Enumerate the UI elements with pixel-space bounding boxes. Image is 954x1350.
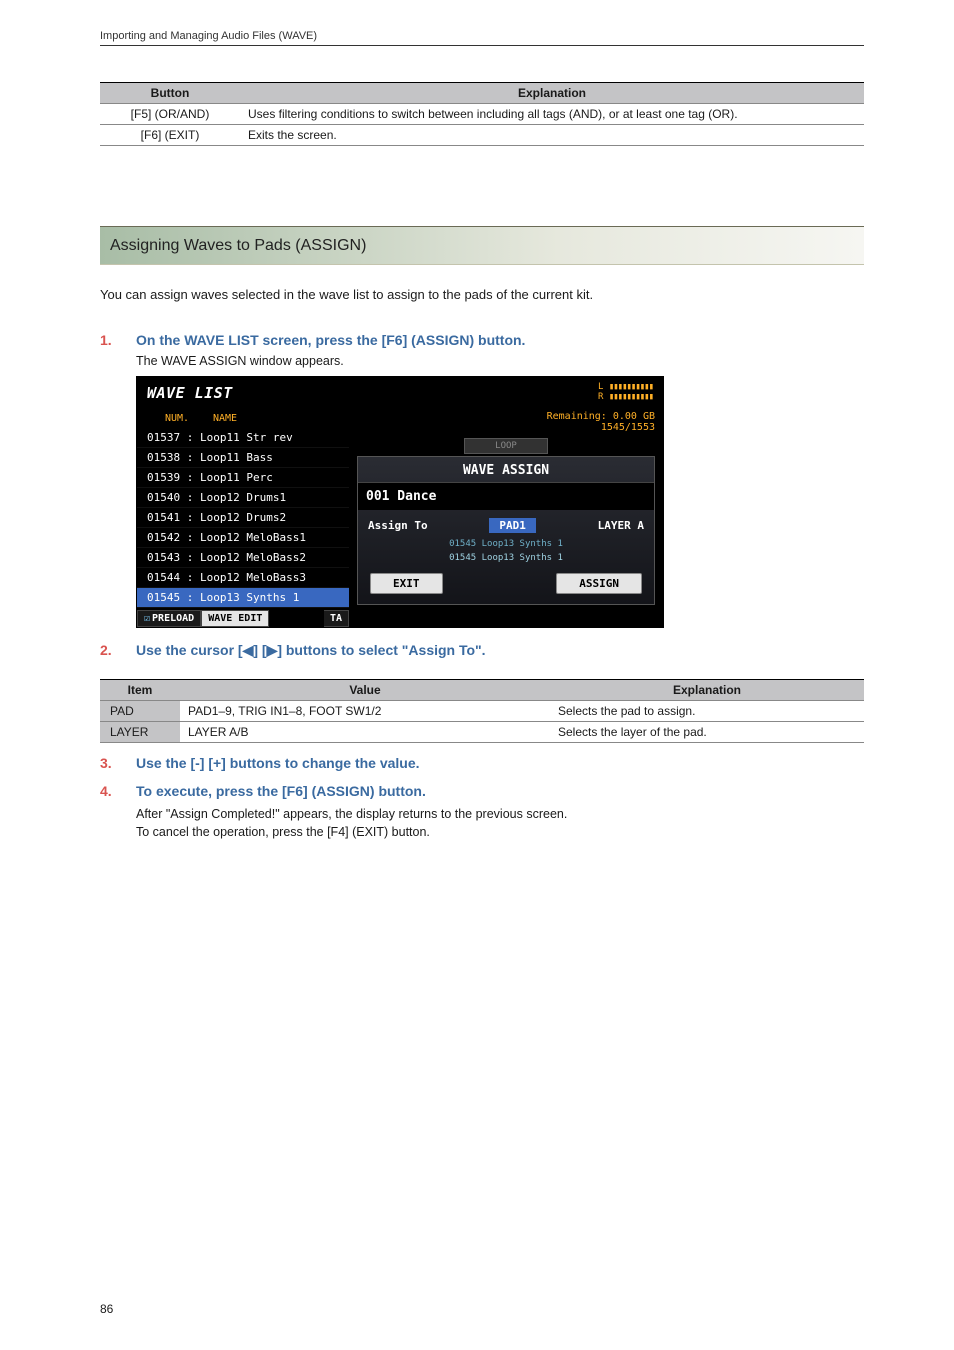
cell-item: LAYER [100, 721, 180, 742]
th-explanation: Explanation [240, 83, 864, 104]
meter-r-label: R [598, 392, 603, 402]
intro-text: You can assign waves selected in the wav… [100, 287, 864, 302]
cell-item: PAD [100, 700, 180, 721]
meter-l-label: L [598, 382, 603, 392]
assign-panel-title: WAVE ASSIGN [358, 457, 654, 483]
loop-indicator: LOOP [464, 438, 548, 454]
step-number: 3. [100, 755, 136, 771]
step-number: 2. [100, 642, 136, 658]
cancel-text: To cancel the operation, press the [F4] … [136, 823, 864, 841]
section-heading: Assigning Waves to Pads (ASSIGN) [100, 226, 864, 265]
cell-explanation: Exits the screen. [240, 125, 864, 146]
step-instruction: Use the [-] [+] buttons to change the va… [136, 755, 420, 771]
list-item[interactable]: 01540 : Loop12 Drums1 [137, 488, 349, 508]
step-number: 1. [100, 332, 136, 348]
tab-preload[interactable]: PRELOAD [137, 610, 201, 627]
assigned-wave-2: 01545 Loop13 Synths 1 [358, 551, 654, 565]
cell-button: [F5] (OR/AND) [100, 104, 240, 125]
th-explanation: Explanation [550, 679, 864, 700]
level-meters: L ▮▮▮▮▮▮▮▮▮▮ R ▮▮▮▮▮▮▮▮▮▮ [598, 383, 653, 403]
assign-button[interactable]: ASSIGN [556, 573, 642, 594]
cell-explanation: Selects the layer of the pad. [550, 721, 864, 742]
button-table: Button Explanation [F5] (OR/AND) Uses fi… [100, 82, 864, 146]
tab-wave-edit[interactable]: WAVE EDIT [201, 610, 269, 627]
assign-to-label: Assign To [368, 519, 428, 532]
remaining-space: Remaining: 0.00 GB [357, 411, 655, 422]
step-subtext: The WAVE ASSIGN window appears. [136, 354, 864, 368]
cell-value: PAD1–9, TRIG IN1–8, FOOT SW1/2 [180, 700, 550, 721]
cell-explanation: Uses filtering conditions to switch betw… [240, 104, 864, 125]
wave-assign-panel: Remaining: 0.00 GB 1545/1553 LOOP WAVE A… [349, 407, 663, 627]
th-item: Item [100, 679, 180, 700]
parameter-table: Item Value Explanation PAD PAD1–9, TRIG … [100, 679, 864, 743]
list-item[interactable]: 01543 : Loop12 MeloBass2 [137, 548, 349, 568]
device-screenshot: WAVE LIST L ▮▮▮▮▮▮▮▮▮▮ R ▮▮▮▮▮▮▮▮▮▮ NUM.… [136, 376, 664, 628]
result-text: After "Assign Completed!" appears, the d… [136, 805, 864, 823]
list-item-selected[interactable]: 01545 : Loop13 Synths 1 [137, 588, 349, 608]
th-button: Button [100, 83, 240, 104]
screen-title: WAVE LIST [147, 384, 233, 402]
cell-explanation: Selects the pad to assign. [550, 700, 864, 721]
cell-button: [F6] (EXIT) [100, 125, 240, 146]
page-header: Importing and Managing Audio Files (WAVE… [100, 30, 864, 46]
wave-list-panel: NUM. NAME 01537 : Loop11 Str rev 01538 :… [137, 407, 349, 627]
remaining-count: 1545/1553 [357, 422, 655, 433]
col-name: NAME [213, 413, 237, 424]
list-item[interactable]: 01544 : Loop12 MeloBass3 [137, 568, 349, 588]
list-item[interactable]: 01537 : Loop11 Str rev [137, 428, 349, 448]
list-item[interactable]: 01542 : Loop12 MeloBass1 [137, 528, 349, 548]
pad-value[interactable]: PAD1 [489, 518, 536, 533]
exit-button[interactable]: EXIT [370, 573, 443, 594]
col-num: NUM. [165, 413, 213, 424]
assigned-wave-1: 01545 Loop13 Synths 1 [358, 537, 654, 551]
step-instruction: Use the cursor [◀] [▶] buttons to select… [136, 642, 486, 659]
th-value: Value [180, 679, 550, 700]
table-row: PAD PAD1–9, TRIG IN1–8, FOOT SW1/2 Selec… [100, 700, 864, 721]
table-row: [F6] (EXIT) Exits the screen. [100, 125, 864, 146]
table-row: LAYER LAYER A/B Selects the layer of the… [100, 721, 864, 742]
page-number: 86 [100, 1302, 113, 1316]
layer-value[interactable]: LAYER A [598, 519, 644, 532]
list-item[interactable]: 01538 : Loop11 Bass [137, 448, 349, 468]
meter-bars: ▮▮▮▮▮▮▮▮▮▮ [609, 392, 653, 402]
step-number: 4. [100, 783, 136, 799]
table-row: [F5] (OR/AND) Uses filtering conditions … [100, 104, 864, 125]
tab-tag[interactable]: TA [324, 610, 349, 627]
list-item[interactable]: 01539 : Loop11 Perc [137, 468, 349, 488]
list-item[interactable]: 01541 : Loop12 Drums2 [137, 508, 349, 528]
meter-bars: ▮▮▮▮▮▮▮▮▮▮ [609, 382, 653, 392]
step-instruction: To execute, press the [F6] (ASSIGN) butt… [136, 783, 426, 799]
cell-value: LAYER A/B [180, 721, 550, 742]
kit-name: 001 Dance [358, 483, 654, 510]
step-instruction: On the WAVE LIST screen, press the [F6] … [136, 332, 525, 348]
